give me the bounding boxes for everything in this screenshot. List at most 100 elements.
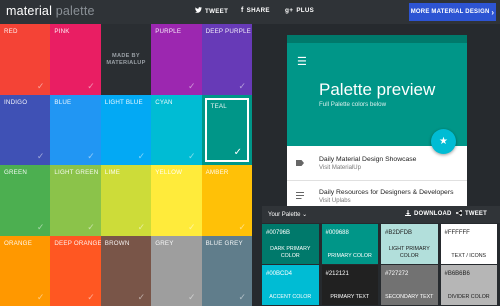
check-icon: ✓ xyxy=(233,147,242,158)
color-tile-label: RED xyxy=(4,28,18,35)
color-grid: RED ✓ PINK ✓ MADE BY MATERIALUP PURPLE ✓ DEEP PU… xyxy=(0,24,252,306)
check-icon: ✓ xyxy=(188,292,196,302)
plus-label: PLUS xyxy=(296,7,315,14)
share-button[interactable]: f SHARE xyxy=(241,7,270,14)
color-tile-label: AMBER xyxy=(205,169,229,176)
color-tile-indigo[interactable]: INDIGO ✓ xyxy=(0,94,51,165)
check-icon: ✓ xyxy=(238,80,246,91)
color-tile-label: LIGHT BLUE xyxy=(104,98,143,106)
top-bar: material palette TWEET f SHARE g+ PLUS M… xyxy=(0,0,500,24)
app-logo[interactable]: material palette xyxy=(6,4,95,18)
check-icon: ✓ xyxy=(36,151,45,161)
download-icon xyxy=(405,210,411,218)
your-palette-bar: Your Palette ⌄ DOWNLOAD TWEET xyxy=(262,206,500,223)
swatch-caption: TEXT / ICONS xyxy=(451,253,487,259)
plus-button[interactable]: g+ PLUS xyxy=(285,7,314,14)
color-tile-deep-orange[interactable]: DEEP ORANGE ✓ xyxy=(50,235,102,306)
download-button[interactable]: DOWNLOAD xyxy=(405,210,452,218)
swatch-caption: PRIMARY COLOR xyxy=(327,253,372,259)
palette-preview-card: ☰ Palette preview Full Palette colors be… xyxy=(287,35,467,206)
swatch-hex: #212121 xyxy=(325,271,349,277)
color-tile-label: INDIGO xyxy=(4,98,28,106)
swatch-hex: #FFFFFF xyxy=(444,230,470,236)
tweet-palette-label: TWEET xyxy=(465,211,487,217)
more-material-design-button[interactable]: MORE MATERIAL DESIGN › xyxy=(409,3,496,21)
list-item-subtitle: Visit Uplabs xyxy=(319,198,351,204)
check-icon: ✓ xyxy=(87,151,95,161)
check-icon: ✓ xyxy=(137,151,146,161)
color-tile-blue-grey[interactable]: BLUE GREY ✓ xyxy=(201,235,252,306)
color-tile-light-blue[interactable]: LIGHT BLUE ✓ xyxy=(100,94,152,165)
color-tile-label: TEAL xyxy=(210,102,227,110)
share-label: SHARE xyxy=(246,7,270,14)
color-tile-teal[interactable]: TEAL ✓ xyxy=(201,94,252,165)
google-plus-icon: g+ xyxy=(285,7,294,14)
palette-swatch[interactable]: #212121 PRIMARY TEXT xyxy=(321,265,378,305)
color-tile-orange[interactable]: ORANGE ✓ xyxy=(0,235,51,306)
color-tile-light-green[interactable]: LIGHT GREEN ✓ xyxy=(50,165,101,236)
divider xyxy=(287,180,467,181)
share-icon xyxy=(456,210,462,218)
color-tile-lime[interactable]: LIME ✓ xyxy=(100,165,152,236)
color-tile-label: DEEP PURPLE xyxy=(205,28,252,35)
list-item-title: Daily Material Design Showcase xyxy=(319,156,417,163)
color-tile-label: PINK xyxy=(54,28,70,35)
color-tile-label: CYAN xyxy=(155,98,173,106)
made-by-label: MADE BY MATERIALUP xyxy=(106,53,146,66)
palette-swatch[interactable]: #727272 SECONDARY TEXT xyxy=(381,265,438,305)
tweet-palette-button[interactable]: TWEET xyxy=(456,210,487,218)
swatch-caption: DIVIDER COLOR xyxy=(447,294,490,300)
list-item[interactable]: Daily Material Design Showcase Visit Mat… xyxy=(287,152,467,182)
color-tile-amber[interactable]: AMBER ✓ xyxy=(201,165,252,236)
star-icon[interactable]: ★ xyxy=(431,129,456,154)
check-icon: ✓ xyxy=(36,80,45,91)
palette-swatch[interactable]: #B6B6B6 DIVIDER COLOR xyxy=(440,265,497,305)
preview-subtitle: Full Palette colors below xyxy=(319,101,387,108)
swatch-caption: DARK PRIMARY COLOR xyxy=(270,246,311,259)
download-label: DOWNLOAD xyxy=(414,211,452,217)
color-tile-brown[interactable]: BROWN ✓ xyxy=(100,235,152,306)
palette-swatch[interactable]: #00796B DARK PRIMARY COLOR xyxy=(262,224,319,264)
swatch-hex: #727272 xyxy=(385,271,409,277)
article-icon xyxy=(296,191,304,201)
color-tile-green[interactable]: GREEN ✓ xyxy=(0,165,51,236)
color-tile-label: LIGHT GREEN xyxy=(54,169,99,176)
color-tile-grey[interactable]: GREY ✓ xyxy=(151,235,202,306)
check-icon: ✓ xyxy=(188,80,196,91)
twitter-icon xyxy=(195,7,202,15)
color-tile-red[interactable]: RED ✓ xyxy=(0,24,51,95)
color-tile-deep-purple[interactable]: DEEP PURPLE ✓ xyxy=(201,24,252,95)
list-item[interactable]: Daily Resources for Designers & Develope… xyxy=(287,185,467,206)
color-tile-yellow[interactable]: YELLOW ✓ xyxy=(151,165,202,236)
check-icon: ✓ xyxy=(87,221,95,232)
label-icon xyxy=(296,158,304,168)
menu-icon[interactable]: ☰ xyxy=(297,55,307,68)
palette-swatch[interactable]: #009688 PRIMARY COLOR xyxy=(321,224,378,264)
palette-swatch[interactable]: #B2DFDB LIGHT PRIMARY COLOR xyxy=(381,224,438,264)
color-tile-label: GREEN xyxy=(4,169,28,176)
list-item-title: Daily Resources for Designers & Develope… xyxy=(319,189,454,196)
color-tile-label: BROWN xyxy=(104,239,130,247)
tweet-button[interactable]: TWEET xyxy=(195,7,228,15)
cta-label: MORE MATERIAL DESIGN xyxy=(410,9,490,15)
color-tile-pink[interactable]: PINK ✓ xyxy=(50,24,101,95)
swatch-caption: SECONDARY TEXT xyxy=(385,294,434,300)
swatch-hex: #B6B6B6 xyxy=(444,271,470,277)
your-palette-dropdown[interactable]: Your Palette ⌄ xyxy=(268,211,307,218)
list-item-subtitle: Visit MaterialUp xyxy=(319,165,361,171)
color-tile-blue[interactable]: BLUE ✓ xyxy=(50,94,101,165)
color-tile-label: ORANGE xyxy=(4,239,33,247)
color-tile-cyan[interactable]: CYAN ✓ xyxy=(151,94,202,165)
color-tile-purple[interactable]: PURPLE ✓ xyxy=(151,24,202,95)
swatch-hex: #009688 xyxy=(325,230,349,236)
palette-swatch[interactable]: #00BCD4 ACCENT COLOR xyxy=(262,265,319,305)
preview-title: Palette preview xyxy=(319,80,436,99)
check-icon: ✓ xyxy=(87,292,95,302)
swatch-hex: #B2DFDB xyxy=(385,230,413,236)
palette-swatch[interactable]: #FFFFFF TEXT / ICONS xyxy=(440,224,497,264)
check-icon: ✓ xyxy=(137,292,146,302)
made-by-materialup[interactable]: MADE BY MATERIALUP xyxy=(100,24,152,95)
status-bar xyxy=(287,35,467,43)
color-tile-label: DEEP ORANGE xyxy=(54,239,102,247)
color-tile-label: LIME xyxy=(104,169,121,176)
